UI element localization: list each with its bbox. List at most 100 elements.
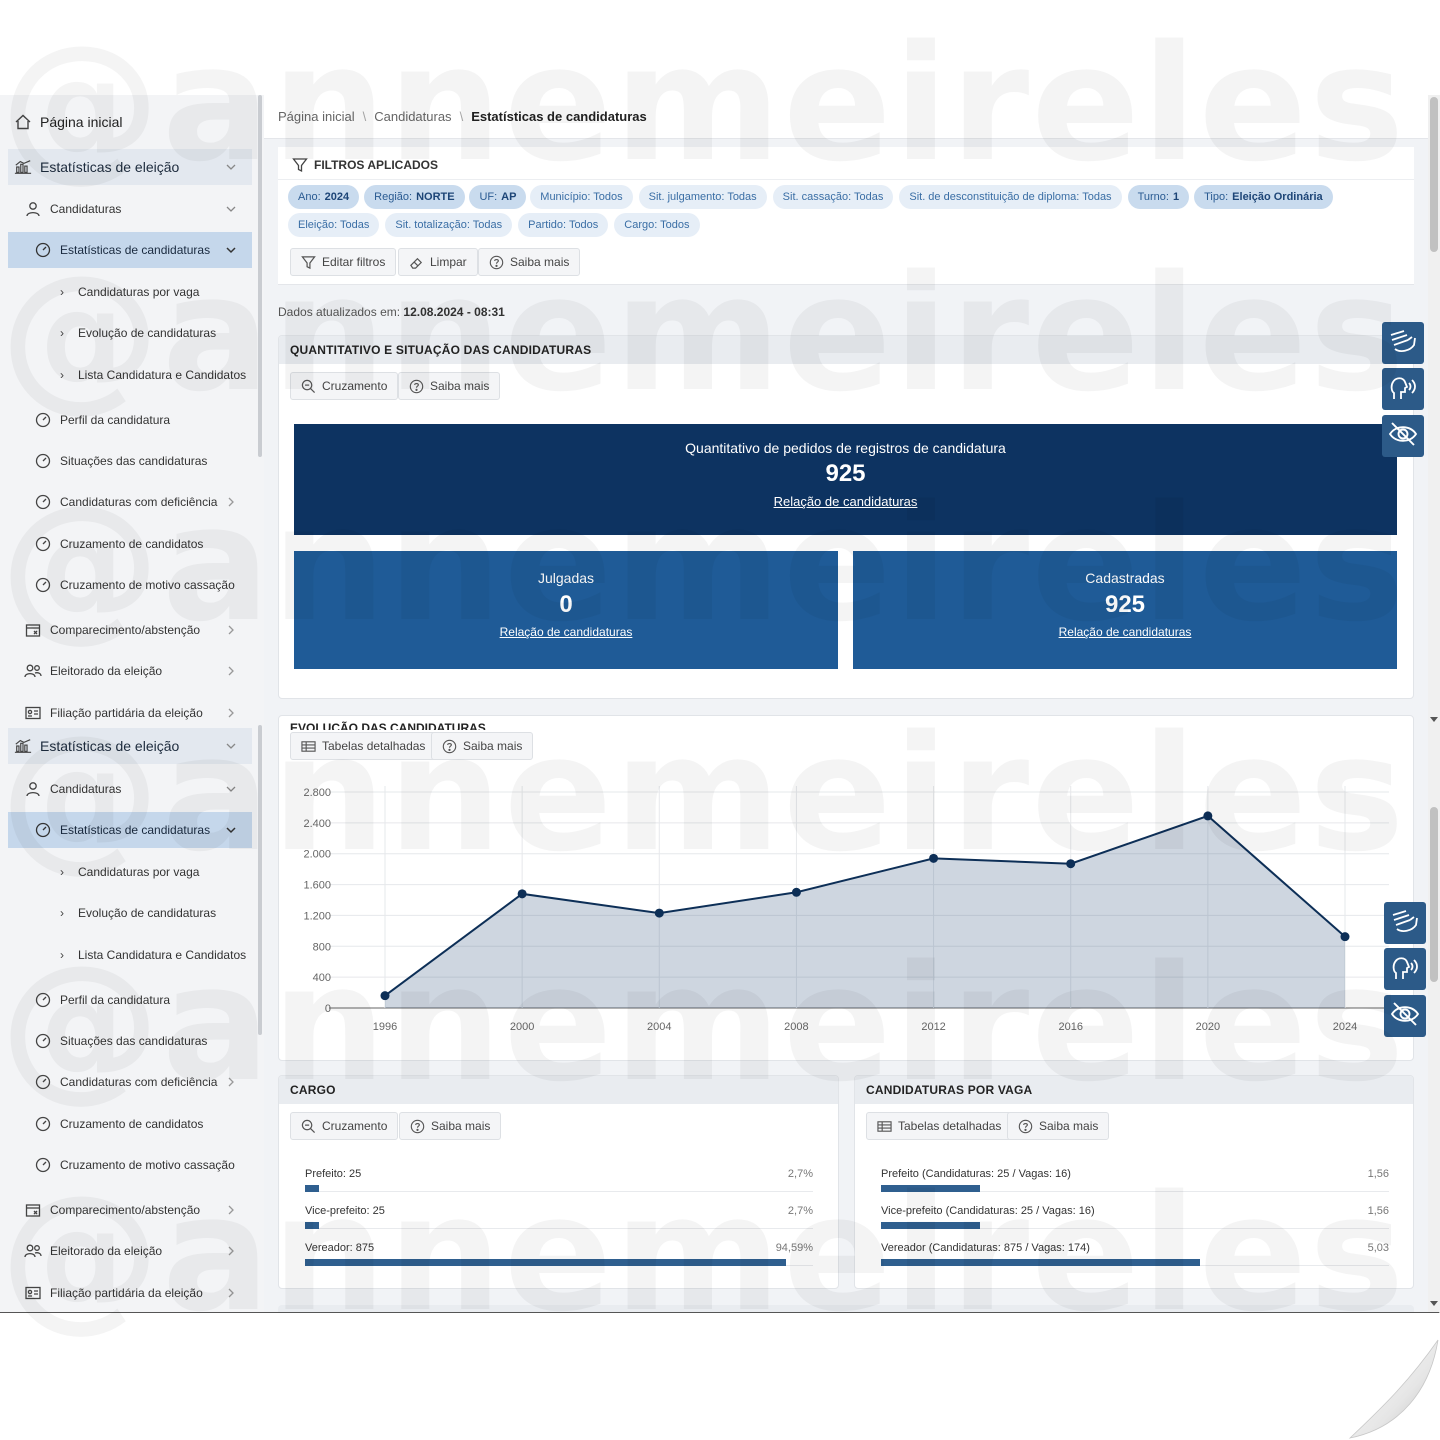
breadcrumb-separator: \: [362, 109, 367, 124]
sidebar-subitem-candidaturas-por-vaga[interactable]: › Candidaturas por vaga: [8, 854, 252, 890]
sidebar-item-cruzamento-cassacao[interactable]: Cruzamento de motivo cassação: [8, 1147, 252, 1183]
scroll-down-arrow-icon[interactable]: [1430, 717, 1438, 722]
bar-track: [305, 1222, 813, 1229]
sidebar-item-eleitorado[interactable]: Eleitorado da eleição: [8, 1233, 252, 1269]
help-button[interactable]: Saiba mais: [1007, 1112, 1110, 1140]
sidebar-item-label: Evolução de candidaturas: [78, 906, 217, 920]
data-point: [517, 889, 527, 899]
sidebar-item-estatisticas-candidaturas[interactable]: Estatísticas de candidaturas: [8, 812, 252, 848]
breadcrumb-separator: \: [459, 109, 464, 124]
sidebar-item-deficiencia[interactable]: Candidaturas com deficiência: [8, 1064, 252, 1100]
users-icon: [24, 1242, 42, 1260]
audio-description-button[interactable]: [1384, 948, 1426, 990]
help-button[interactable]: Saiba mais: [398, 372, 501, 400]
high-contrast-button[interactable]: [1382, 415, 1424, 457]
filter-chip-label: Sit. cassação: Todas: [782, 191, 884, 203]
sidebar-section-estatisticas[interactable]: Estatísticas de eleição: [8, 149, 252, 185]
filter-chip[interactable]: Município: Todos: [530, 185, 633, 209]
help-button[interactable]: Saiba mais: [478, 248, 581, 276]
sidebar-subitem-candidaturas-por-vaga[interactable]: › Candidaturas por vaga: [8, 274, 252, 310]
sidebar-item-cruzamento-candidatos[interactable]: Cruzamento de candidatos: [8, 526, 252, 562]
high-contrast-button[interactable]: [1384, 995, 1426, 1037]
scrollbar-thumb[interactable]: [1430, 97, 1438, 252]
bar-row: Prefeito: 25 2,7%: [305, 1168, 813, 1196]
breadcrumb-home[interactable]: Página inicial: [278, 109, 355, 124]
kpi-value: 925: [1104, 591, 1146, 618]
bar-chart-icon: [14, 737, 32, 755]
sidebar-scrollbar-thumb[interactable]: [258, 725, 262, 1035]
filter-chip[interactable]: Sit. julgamento: Todas: [638, 185, 767, 209]
sidebar-subitem-lista[interactable]: › Lista Candidatura e Candidatos: [8, 937, 252, 973]
filter-chip[interactable]: Partido: Todos: [518, 213, 609, 237]
sidebar-item-label: Eleitorado da eleição: [50, 1244, 163, 1258]
filter-chip-value: NORTE: [416, 191, 455, 203]
main-scrollbar[interactable]: [1428, 95, 1440, 1312]
edit-filters-button[interactable]: Editar filtros: [290, 248, 397, 276]
breadcrumb: Página inicial \ Candidaturas \ Estatíst…: [264, 95, 1428, 139]
filter-chip-value: Eleição Ordinária: [1232, 191, 1323, 203]
kpi-link[interactable]: Relação de candidaturas: [294, 494, 1397, 509]
sidebar-item-comparecimento[interactable]: Comparecimento/abstenção: [8, 612, 252, 648]
tabelas-detalhadas-button[interactable]: Tabelas detalhadas: [290, 732, 437, 760]
clear-filters-button[interactable]: Limpar: [398, 248, 478, 276]
chevron-right-icon: ›: [60, 865, 64, 879]
sidebar-item-perfil[interactable]: Perfil da candidatura: [8, 982, 252, 1018]
sidebar-subitem-lista[interactable]: › Lista Candidatura e Candidatos: [8, 357, 252, 393]
sidebar-item-situacoes[interactable]: Situações das candidaturas: [8, 1023, 252, 1059]
chevron-right-icon: ›: [60, 948, 64, 962]
sidebar-item-candidaturas[interactable]: Candidaturas: [8, 771, 252, 807]
sidebar-subitem-evolucao[interactable]: › Evolução de candidaturas: [8, 895, 252, 931]
scrollbar-thumb[interactable]: [1430, 807, 1438, 982]
filter-chip[interactable]: Sit. cassação: Todas: [772, 185, 894, 209]
sidebar-item-comparecimento[interactable]: Comparecimento/abstenção: [8, 1192, 252, 1228]
sidebar-item-eleitorado[interactable]: Eleitorado da eleição: [8, 653, 252, 689]
sidebar-item-situacoes[interactable]: Situações das candidaturas: [8, 443, 252, 479]
sign-language-button[interactable]: [1384, 902, 1426, 944]
y-tick-label: 800: [313, 941, 331, 953]
sidebar-item-perfil[interactable]: Perfil da candidatura: [8, 402, 252, 438]
filter-chip[interactable]: Turno: 1: [1127, 185, 1190, 209]
sidebar-scrollbar-thumb[interactable]: [258, 95, 262, 457]
filter-chip[interactable]: Sit. de desconstituição de diploma: Toda…: [899, 185, 1122, 209]
cruzamento-button[interactable]: Cruzamento: [290, 372, 399, 400]
sidebar-item-cruzamento-cassacao[interactable]: Cruzamento de motivo cassação: [8, 567, 252, 603]
sidebar-item-estatisticas-candidaturas[interactable]: Estatísticas de candidaturas: [8, 232, 252, 268]
scroll-down-arrow-icon[interactable]: [1430, 1301, 1438, 1306]
sidebar-item-candidaturas[interactable]: Candidaturas: [8, 191, 252, 227]
bar-fill: [305, 1222, 319, 1229]
y-tick-label: 1.600: [303, 880, 331, 892]
sidebar-item-deficiencia[interactable]: Candidaturas com deficiência: [8, 484, 252, 520]
bar-fill: [881, 1259, 1201, 1266]
help-button[interactable]: Saiba mais: [431, 732, 534, 760]
kpi-cadastradas-card: Cadastradas 925 Relação de candidaturas: [853, 551, 1397, 669]
zoom-icon: [301, 379, 316, 394]
filter-chip[interactable]: Eleição: Todas: [288, 213, 380, 237]
sidebar-subitem-evolucao[interactable]: › Evolução de candidaturas: [8, 315, 252, 351]
chevron-right-icon: [224, 495, 238, 509]
kpi-link[interactable]: Relação de candidaturas: [294, 625, 838, 639]
sidebar-section-estatisticas[interactable]: Estatísticas de eleição: [8, 728, 252, 764]
help-button[interactable]: Saiba mais: [399, 1112, 502, 1140]
sidebar-item-filiacao[interactable]: Filiação partidária da eleição: [8, 695, 252, 731]
breadcrumb-candidaturas[interactable]: Candidaturas: [374, 109, 451, 124]
sidebar-item-home[interactable]: Página inicial: [8, 104, 252, 140]
sidebar-item-label: Evolução de candidaturas: [78, 326, 217, 340]
x-tick-label: 2016: [1058, 1021, 1082, 1033]
filter-chip[interactable]: Cargo: Todos: [614, 213, 700, 237]
tabelas-detalhadas-button[interactable]: Tabelas detalhadas: [866, 1112, 1013, 1140]
filter-chip[interactable]: Ano: 2024: [288, 185, 360, 209]
filter-chip[interactable]: Região: NORTE: [364, 185, 465, 209]
bar-label: Vereador: 875: [305, 1242, 375, 1254]
gauge-icon: [34, 1073, 52, 1091]
audio-description-button[interactable]: [1382, 368, 1424, 410]
sidebar-item-filiacao[interactable]: Filiação partidária da eleição: [8, 1275, 252, 1311]
evolucao-chart: 0 400 800 1.200 1.600 2.000 2.400 2.800 1996 2000…: [303, 786, 1389, 1033]
sidebar-item-cruzamento-candidatos[interactable]: Cruzamento de candidatos: [8, 1106, 252, 1142]
filter-chip[interactable]: UF: AP: [469, 185, 527, 209]
user-icon: [24, 200, 42, 218]
sign-language-button[interactable]: [1382, 322, 1424, 364]
filter-chip[interactable]: Sit. totalização: Todas: [385, 213, 513, 237]
kpi-link[interactable]: Relação de candidaturas: [853, 625, 1397, 639]
filter-chip[interactable]: Tipo: Eleição Ordinária: [1194, 185, 1333, 209]
cruzamento-button[interactable]: Cruzamento: [290, 1112, 399, 1140]
